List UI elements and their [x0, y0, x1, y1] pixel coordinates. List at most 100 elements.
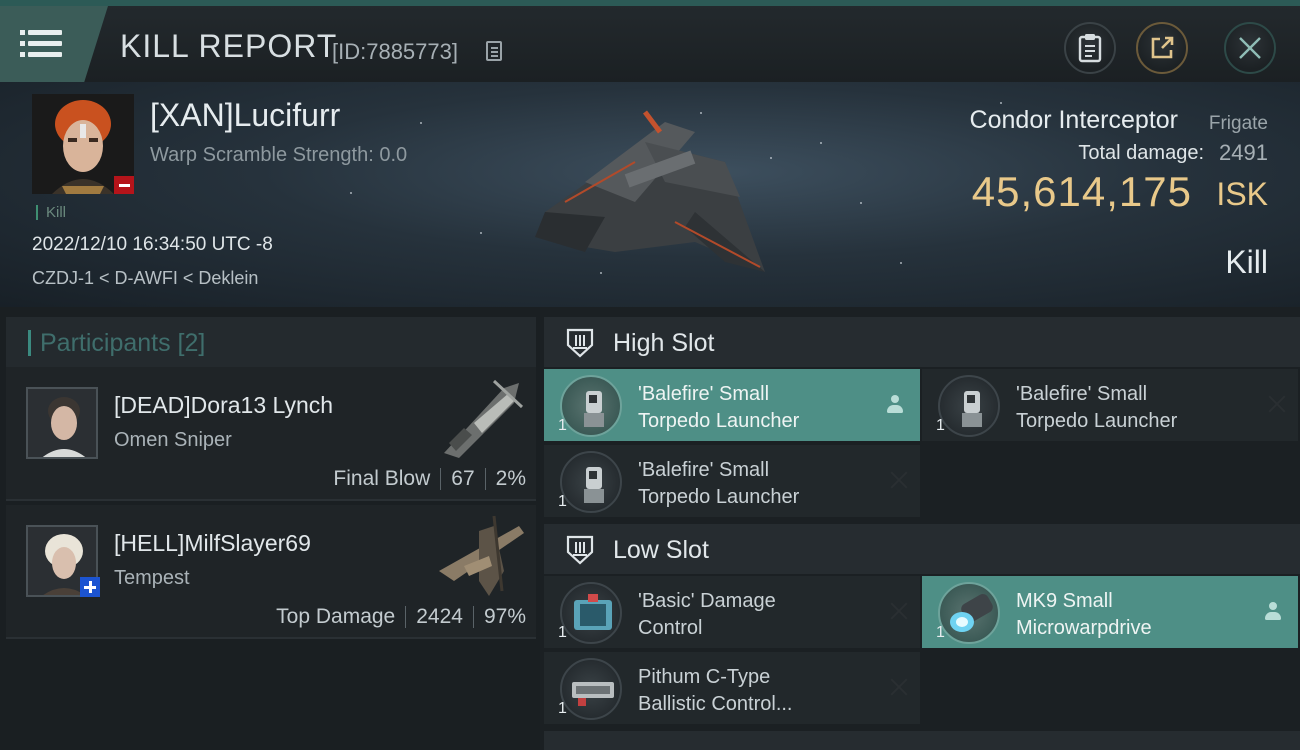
kill-tag: Kill: [36, 205, 66, 220]
participant-row[interactable]: [HELL]MilfSlayer69 Tempest Top Damage 24…: [6, 505, 536, 639]
menu-button[interactable]: [0, 6, 108, 82]
share-button[interactable]: [1136, 22, 1188, 74]
participant-row[interactable]: [DEAD]Dora13 Lynch Omen Sniper Final Blo…: [6, 367, 536, 501]
kill-location[interactable]: CZDJ-1 < D-AWFI < Deklein: [32, 268, 258, 289]
torpedo-launcher-icon: [938, 375, 1000, 437]
low-slot-icon: [566, 535, 594, 565]
module-item[interactable]: 1 Pithum C-Type Ballistic Control...: [544, 652, 920, 724]
participant-stats: Top Damage 2424 97%: [276, 605, 526, 629]
destroyed-x-icon: [890, 602, 908, 620]
participant-percent: 97%: [483, 605, 526, 628]
low-slot-label: Low Slot: [613, 536, 709, 564]
victim-banner: [XAN]Lucifurr Warp Scramble Strength: 0.…: [0, 82, 1300, 307]
module-quantity: 1: [936, 624, 945, 641]
victim-ship-name[interactable]: Condor Interceptor: [970, 106, 1178, 135]
participant-percent: 2%: [495, 467, 526, 490]
close-button[interactable]: [1224, 22, 1276, 74]
clipboard-button[interactable]: [1064, 22, 1116, 74]
torpedo-launcher-icon: [560, 375, 622, 437]
module-name-line1: 'Balefire' Small: [638, 459, 770, 481]
fitting-panel: High Slot 1 'Balefire' Small Torpedo Lau…: [540, 307, 1300, 750]
module-quantity: 1: [558, 493, 567, 510]
avatar: [26, 387, 98, 459]
low-slot-header: Low Slot: [544, 524, 1300, 574]
module-item[interactable]: 1 'Balefire' Small Torpedo Launcher: [544, 445, 920, 517]
participants-panel: Participants [2] [DEAD]Dora13 Lynch Omen…: [0, 307, 540, 750]
ally-badge: [80, 577, 100, 597]
module-name: 'Basic' Damage Control: [638, 588, 878, 642]
high-slot-header: High Slot: [544, 317, 1300, 367]
damage-control-icon: [560, 582, 622, 644]
module-quantity: 1: [936, 417, 945, 434]
microwarpdrive-icon: [938, 582, 1000, 644]
module-name-line2: Microwarpdrive: [1016, 617, 1152, 639]
total-damage-value: 2491: [1219, 140, 1268, 165]
page-title: KILL REPORT: [120, 28, 338, 64]
module-name: 'Balefire' Small Torpedo Launcher: [638, 381, 878, 435]
menu-icon-bar: [20, 41, 62, 46]
header-accent: [28, 330, 31, 356]
copy-icon[interactable]: [486, 41, 502, 61]
module-item[interactable]: 1 'Balefire' Small Torpedo Launcher: [544, 369, 920, 441]
close-icon: [1239, 37, 1261, 59]
participant-role: Top Damage: [276, 605, 396, 628]
module-name-line2: Torpedo Launcher: [638, 486, 800, 508]
kill-datetime: 2022/12/10 16:34:50 UTC -8: [32, 234, 273, 255]
module-name-line1: 'Balefire' Small: [1016, 383, 1148, 405]
participant-name: [DEAD]Dora13 Lynch: [114, 392, 334, 418]
high-slot-icon: [566, 328, 594, 358]
isk-value: 45,614,175: [971, 168, 1192, 215]
stat-separator: [472, 606, 474, 628]
victim-ship-class: Frigate: [1208, 113, 1268, 134]
module-item[interactable]: 1 'Balefire' Small Torpedo Launcher: [922, 369, 1298, 441]
module-quantity: 1: [558, 417, 567, 434]
module-name-line2: Torpedo Launcher: [638, 410, 800, 432]
module-name-line1: MK9 Small: [1016, 590, 1113, 612]
isk-unit: ISK: [1216, 176, 1268, 212]
module-name-line1: Pithum C-Type: [638, 666, 771, 688]
mid-slot-header: [544, 731, 1300, 750]
module-name-line1: 'Basic' Damage: [638, 590, 776, 612]
clipboard-icon: [1078, 34, 1102, 63]
participant-ship: Omen Sniper: [114, 429, 232, 451]
module-name-line1: 'Balefire' Small: [638, 383, 770, 405]
module-name: MK9 Small Microwarpdrive: [1016, 588, 1256, 642]
module-name: Pithum C-Type Ballistic Control...: [638, 664, 878, 718]
destroyed-x-icon: [890, 678, 908, 696]
participant-ship-image: [444, 379, 524, 458]
participant-role: Final Blow: [333, 467, 431, 490]
destroyed-x-icon: [890, 471, 908, 489]
kill-result: Kill: [1225, 244, 1268, 280]
module-name-line2: Torpedo Launcher: [1016, 410, 1178, 432]
menu-icon-bar: [20, 52, 62, 57]
warp-scramble-strength: Warp Scramble Strength: 0.0: [150, 144, 408, 166]
person-icon: [1264, 602, 1282, 622]
destroyed-x-icon: [1268, 395, 1286, 413]
module-name: 'Balefire' Small Torpedo Launcher: [638, 457, 878, 511]
module-name-line2: Control: [638, 617, 703, 639]
module-quantity: 1: [558, 624, 567, 641]
participants-header[interactable]: Participants [2]: [6, 317, 536, 369]
participant-damage: 67: [451, 467, 475, 490]
high-slot-label: High Slot: [613, 329, 715, 357]
module-name: 'Balefire' Small Torpedo Launcher: [1016, 381, 1256, 435]
module-item[interactable]: 1 MK9 Small Microwarpdrive: [922, 576, 1298, 648]
module-quantity: 1: [558, 700, 567, 717]
participant-ship-image: [439, 515, 524, 596]
ballistic-control-icon: [560, 658, 622, 720]
stat-separator: [405, 606, 407, 628]
stat-separator: [440, 468, 442, 490]
share-icon: [1151, 36, 1174, 59]
menu-icon: [20, 30, 62, 35]
victim-name[interactable]: [XAN]Lucifurr: [150, 97, 340, 134]
module-item[interactable]: 1 'Basic' Damage Control: [544, 576, 920, 648]
participant-name: [HELL]MilfSlayer69: [114, 530, 311, 556]
participant-ship: Tempest: [114, 567, 190, 589]
participants-title: Participants [2]: [40, 329, 206, 357]
module-name-line2: Ballistic Control...: [638, 693, 793, 715]
report-id: [ID:7885773]: [332, 39, 458, 64]
hostile-badge: [114, 176, 134, 194]
victim-ship-image: [535, 110, 765, 272]
person-icon: [886, 395, 904, 415]
participant-damage: 2424: [416, 605, 463, 628]
